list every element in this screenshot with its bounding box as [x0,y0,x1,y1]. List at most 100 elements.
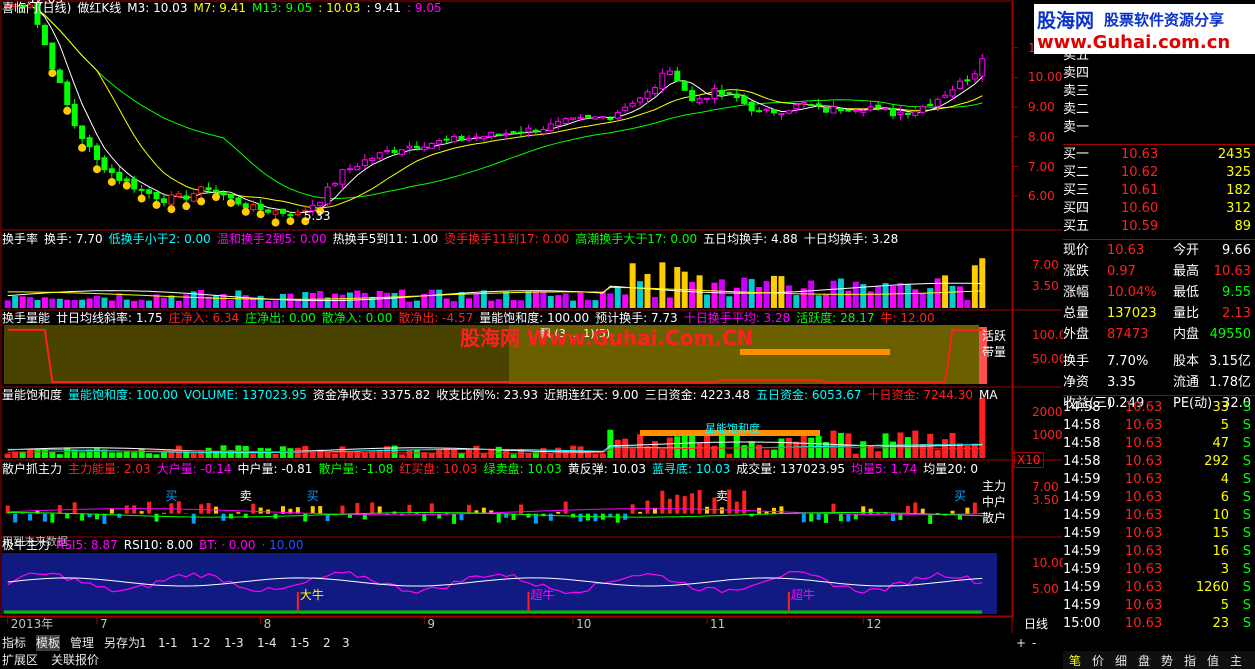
flow-bar [206,503,211,514]
flow-mark-0: 买 [165,489,178,503]
flow-mark-1: 卖 [239,489,252,503]
turnover-bar [213,295,220,308]
quote-value: 2.13 [1222,306,1251,321]
tick-row-5: 14:59 10.63 6 S [1063,489,1255,507]
turnover-bar [882,283,889,308]
panel-4-axis-1: 5.00 [1032,581,1059,596]
tick-side: S [1242,454,1251,469]
quote-value: 7.70% [1107,354,1149,369]
turnover-bar [718,279,725,308]
quote-value: 137023 [1107,306,1157,321]
tab-5[interactable]: 1-1 [158,635,178,651]
volume-bar [860,441,867,458]
turnover-bar [532,291,539,308]
date-label-0: 2013年 [10,617,54,631]
volume-bar [629,448,636,458]
candle-body [904,112,911,115]
candle-body [912,111,919,116]
flow-bar [65,513,70,519]
candle-body [726,92,733,95]
candle-body [956,80,963,89]
ma-legend-4: : 9.41 [366,1,402,15]
turnover-bar [250,298,257,308]
volume-bar [964,445,971,458]
tab-9[interactable]: 1-5 [290,635,310,651]
volume-bar [153,454,160,458]
turnover-bar [41,297,48,308]
tick-side: S [1242,580,1251,595]
zoom-in-button[interactable]: + [1016,635,1026,651]
turnover-bar [413,300,420,308]
side-tab-4[interactable]: 势 [1161,652,1173,669]
panel-0-item-2: 温和换手2到5: 0.00 [216,232,327,246]
side-tab-2[interactable]: 细 [1115,652,1127,669]
side-tab-6[interactable]: 值 [1207,652,1219,669]
candle-body [64,81,71,105]
bottom-tab-0[interactable]: 扩展区 [2,652,38,668]
side-tab-5[interactable]: 指 [1184,652,1196,669]
ask-row-1: 卖四 [1063,65,1255,83]
side-tab-7[interactable]: 主 [1230,652,1242,669]
candle-body [116,171,123,181]
volume-bar [49,451,56,458]
tick-time: 14:59 [1063,580,1101,595]
turnover-bar [525,291,532,308]
side-tab-1[interactable]: 价 [1092,652,1104,669]
ask-row-3: 卖二 [1063,101,1255,119]
flow-bar [660,490,665,514]
flow-bar [355,503,360,514]
tick-price: 10.63 [1125,598,1163,613]
tick-side: S [1242,544,1251,559]
candle-body [785,110,792,114]
bid-volume: 89 [1234,219,1251,234]
bottom-tab-1[interactable]: 关联报价 [51,652,99,668]
tab-1[interactable]: 模板 [36,635,61,651]
date-label-5: 11 [710,617,726,631]
tab-3[interactable]: 另存为 [104,635,140,651]
flow-bar [697,490,702,514]
candle-body [518,131,525,134]
panel-4-item-1: RSI10: 8.00 [123,538,194,552]
turnover-bar [659,262,666,308]
tab-8[interactable]: 1-4 [257,635,277,651]
tab-11[interactable]: 3 [342,635,350,651]
panel-2-item-0: 量能饱和度: 100.00 [68,388,178,402]
tab-4[interactable]: 1 [139,635,147,651]
turnover-bar [763,281,770,308]
panel-1-axis-1: 50.00 [1032,352,1067,367]
candle-body [971,73,978,80]
turnover-bar [406,301,413,308]
candle-body [718,89,725,96]
candle-body [287,213,294,217]
volume-bar [733,434,740,458]
signal-dot [241,207,250,216]
tab-10[interactable]: 2 [323,635,331,651]
quote-label: 外盘 [1063,327,1090,342]
tick-side: S [1242,598,1251,613]
turnover-bar [465,298,472,308]
quote-label: 净资 [1063,375,1090,390]
volume-bar [659,449,666,458]
candle-body [473,136,480,139]
panel-legend-3: 散户抓主力 主力能量: 2.03 大户量: -0.14 中户量: -0.81 散户量: … [2,462,984,476]
tab-2[interactable]: 管理 [70,635,94,651]
tab-0[interactable]: 指标 [2,635,26,651]
candle-body [823,107,830,113]
turnover-bar [436,289,443,308]
volume-bar [190,452,197,458]
volume-bar [123,451,130,458]
volume-bar [146,453,153,458]
tab-7[interactable]: 1-3 [224,635,244,651]
tick-side: S [1242,490,1251,505]
side-tab-0[interactable]: 笔 [1069,652,1081,669]
side-tab-3[interactable]: 盘 [1138,652,1150,669]
candle-body [927,103,934,106]
volume-bar [168,451,175,458]
panel-3-item-0: 主力能量: 2.03 [68,462,151,476]
tab-6[interactable]: 1-2 [191,635,211,651]
energy-marker [740,349,890,355]
volume-bar [131,452,138,458]
volume-bar [413,449,420,458]
zoom-out-button[interactable]: - [1032,635,1036,651]
turnover-bar [272,300,279,308]
